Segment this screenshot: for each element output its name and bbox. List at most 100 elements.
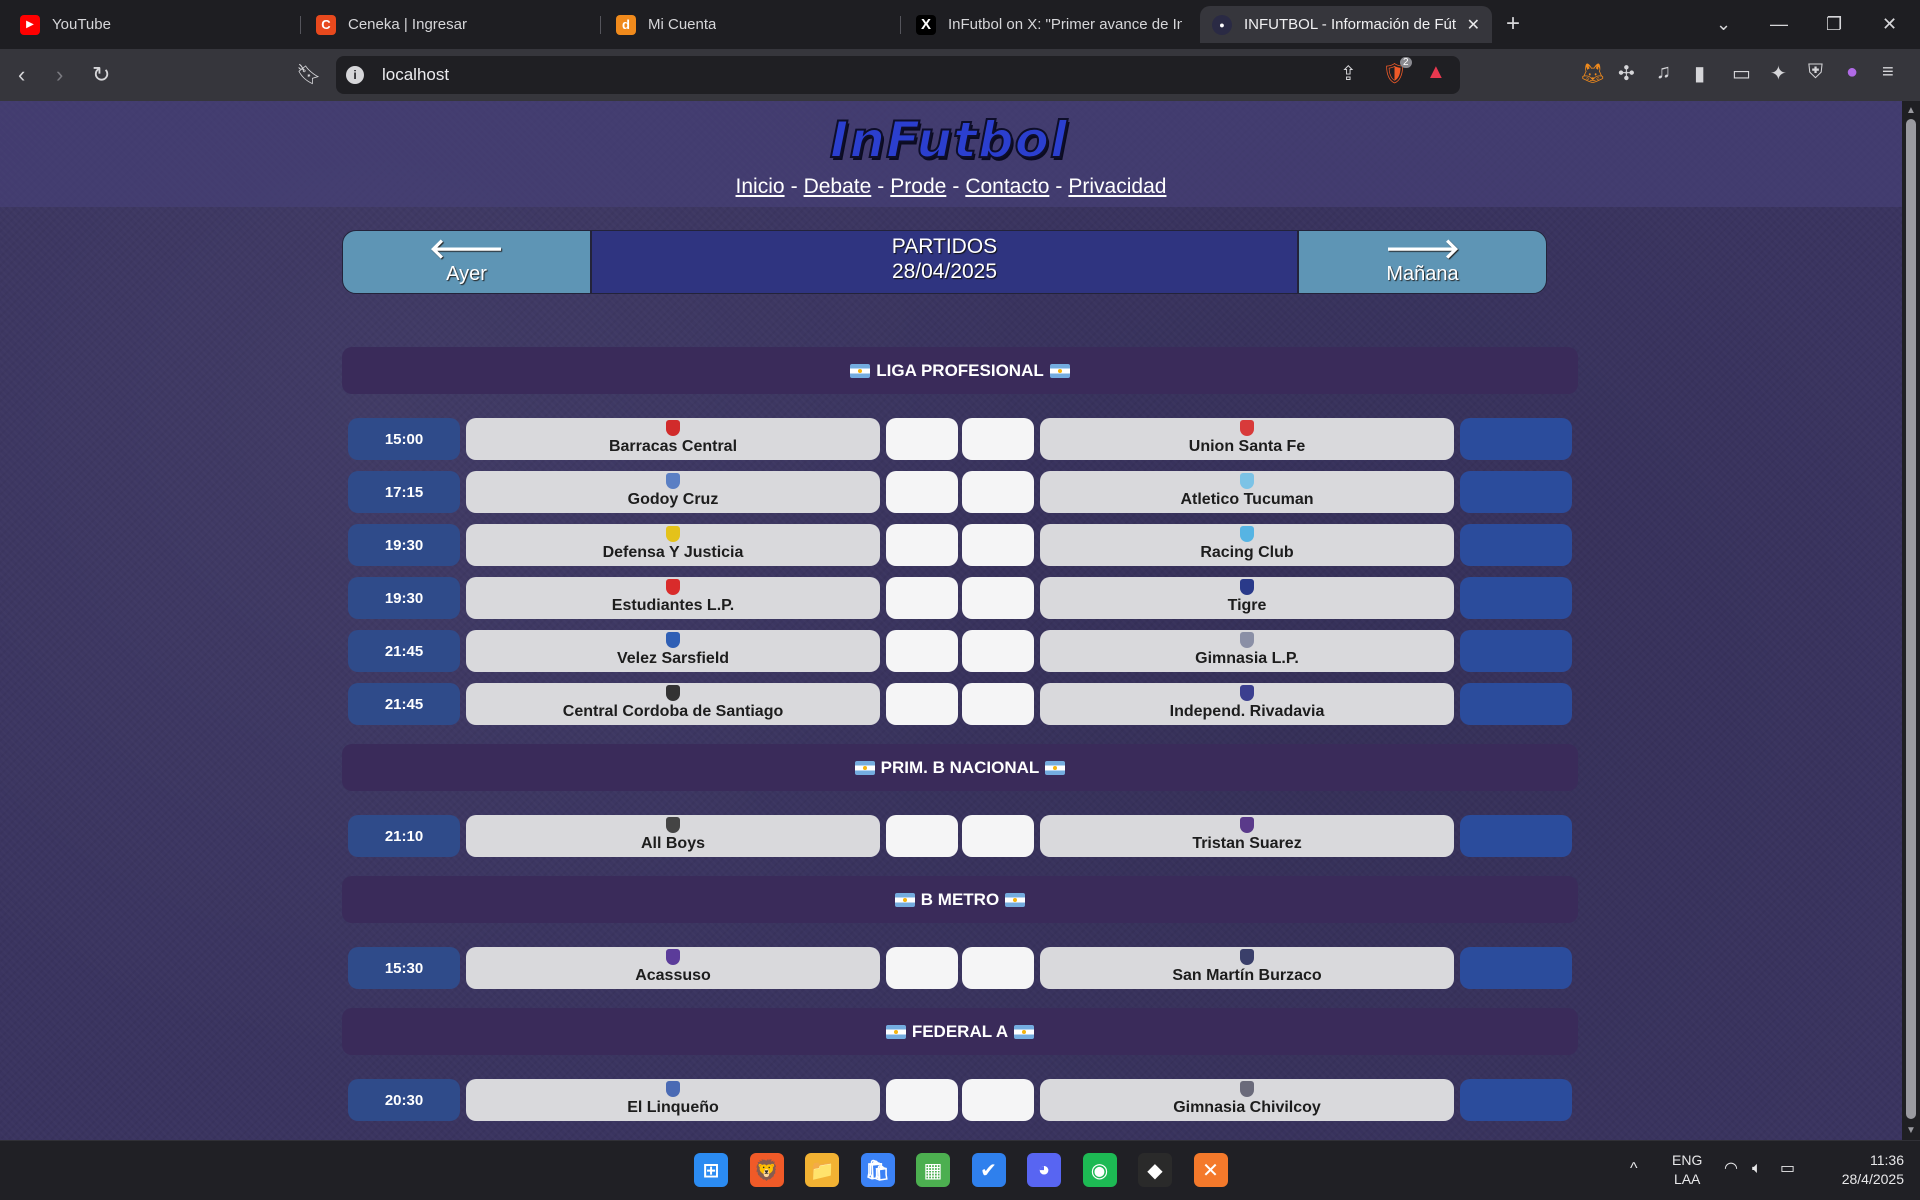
match-row[interactable]: 21:45 Velez Sarsfield Gimnasia L.P. bbox=[348, 630, 1572, 672]
extensions-puzzle-icon[interactable]: ✣ bbox=[1618, 61, 1635, 86]
away-team[interactable]: Atletico Tucuman bbox=[1040, 471, 1454, 513]
date-navigation: 🡐 Ayer PARTIDOS 28/04/2025 🡒 Mañana bbox=[342, 230, 1547, 294]
brave-rewards-icon[interactable]: ▲ bbox=[1426, 61, 1446, 84]
match-details-button[interactable] bbox=[1460, 471, 1572, 513]
restore-window-icon[interactable]: ❐ bbox=[1826, 10, 1842, 38]
scrollbar-thumb[interactable] bbox=[1906, 119, 1916, 1119]
tab-search-chevron-icon[interactable]: ⌄ bbox=[1716, 10, 1731, 38]
matches-title: PARTIDOS bbox=[891, 235, 998, 258]
infutbol-logo[interactable]: InFutbol bbox=[814, 110, 1084, 170]
scroll-up-icon[interactable]: ▲ bbox=[1906, 105, 1916, 116]
match-row[interactable]: 17:15 Godoy Cruz Atletico Tucuman bbox=[348, 471, 1572, 513]
battery-icon[interactable]: ▭ bbox=[1780, 1159, 1795, 1178]
home-team[interactable]: Central Cordoba de Santiago bbox=[466, 683, 880, 725]
away-team[interactable]: Independ. Rivadavia bbox=[1040, 683, 1454, 725]
url-bar[interactable]: i localhost bbox=[336, 56, 1460, 94]
away-team-crest-icon bbox=[1240, 949, 1254, 965]
back-arrow-icon[interactable]: ‹ bbox=[18, 61, 25, 89]
home-team[interactable]: Estudiantes L.P. bbox=[466, 577, 880, 619]
leo-ai-icon[interactable]: ✦ bbox=[1770, 61, 1787, 86]
match-details-button[interactable] bbox=[1460, 418, 1572, 460]
xampp-icon[interactable]: ✕ bbox=[1193, 1153, 1228, 1187]
minimize-window-icon[interactable]: — bbox=[1770, 10, 1788, 38]
match-details-button[interactable] bbox=[1460, 577, 1572, 619]
match-row[interactable]: 19:30 Defensa Y Justicia Racing Club bbox=[348, 524, 1572, 566]
away-team[interactable]: San Martín Burzaco bbox=[1040, 947, 1454, 989]
league-header[interactable]: LIGA PROFESIONAL bbox=[342, 347, 1578, 394]
forward-arrow-icon[interactable]: › bbox=[56, 61, 63, 89]
site-info-icon[interactable]: i bbox=[346, 66, 364, 84]
tab-mi-cuenta[interactable]: d Mi Cuenta bbox=[604, 6, 894, 43]
volume-icon[interactable]: 🔈︎ bbox=[1752, 1159, 1762, 1178]
home-team[interactable]: Defensa Y Justicia bbox=[466, 524, 880, 566]
close-tab-icon[interactable]: ✕ bbox=[1457, 15, 1480, 35]
nav-privacidad[interactable]: Privacidad bbox=[1068, 175, 1166, 198]
away-team[interactable]: Union Santa Fe bbox=[1040, 418, 1454, 460]
nav-debate[interactable]: Debate bbox=[804, 175, 872, 198]
tray-overflow-chevron-icon[interactable]: ^ bbox=[1630, 1159, 1638, 1178]
home-team[interactable]: Acassuso bbox=[466, 947, 880, 989]
prev-day-button[interactable]: 🡐 Ayer bbox=[342, 230, 591, 294]
away-team-crest-icon bbox=[1240, 420, 1254, 436]
tab-infutbol-active[interactable]: ● INFUTBOL - Información de Fútbol ✕ bbox=[1200, 6, 1492, 43]
clock[interactable]: 11:36 28/4/2025 bbox=[1824, 1151, 1904, 1189]
away-team[interactable]: Tristan Suarez bbox=[1040, 815, 1454, 857]
tab-youtube[interactable]: ▶ YouTube bbox=[8, 6, 294, 43]
page-scrollbar[interactable]: ▲ ▼ bbox=[1902, 101, 1920, 1140]
nav-contacto[interactable]: Contacto bbox=[965, 175, 1049, 198]
match-details-button[interactable] bbox=[1460, 1079, 1572, 1121]
bookmark-icon[interactable]: 🔖︎ bbox=[296, 61, 321, 89]
tab-ceneka[interactable]: C Ceneka | Ingresar bbox=[304, 6, 594, 43]
home-team[interactable]: All Boys bbox=[466, 815, 880, 857]
home-team[interactable]: Godoy Cruz bbox=[466, 471, 880, 513]
match-details-button[interactable] bbox=[1460, 815, 1572, 857]
todo-icon[interactable]: ✔ bbox=[971, 1153, 1006, 1187]
discord-icon[interactable]: ◕ bbox=[1027, 1153, 1061, 1187]
spotify-icon[interactable]: ◉ bbox=[1082, 1153, 1117, 1187]
new-tab-button[interactable]: + bbox=[1506, 10, 1520, 38]
away-team[interactable]: Racing Club bbox=[1040, 524, 1454, 566]
sidebar-toggle-icon[interactable]: ▮ bbox=[1694, 61, 1705, 86]
match-row[interactable]: 21:10 All Boys Tristan Suarez bbox=[348, 815, 1572, 857]
language-indicator[interactable]: ENG LAA bbox=[1672, 1151, 1702, 1189]
microsoft-store-icon[interactable]: 🛍 bbox=[860, 1153, 895, 1187]
league-header[interactable]: B METRO bbox=[342, 876, 1578, 923]
match-row[interactable]: 19:30 Estudiantes L.P. Tigre bbox=[348, 577, 1572, 619]
wifi-icon[interactable]: ◠ bbox=[1724, 1159, 1738, 1178]
match-row[interactable]: 20:30 El Linqueño Gimnasia Chivilcoy bbox=[348, 1079, 1572, 1121]
menu-hamburger-icon[interactable]: ≡ bbox=[1882, 61, 1894, 84]
media-music-icon[interactable]: ♫ bbox=[1656, 61, 1671, 84]
league-header[interactable]: FEDERAL A bbox=[342, 1008, 1578, 1055]
away-team[interactable]: Gimnasia L.P. bbox=[1040, 630, 1454, 672]
share-icon[interactable]: ⇪ bbox=[1340, 61, 1357, 86]
away-team[interactable]: Tigre bbox=[1040, 577, 1454, 619]
close-window-icon[interactable]: ✕ bbox=[1882, 10, 1897, 38]
windows-start-icon[interactable]: ⊞ bbox=[694, 1153, 728, 1187]
vpn-shield-icon[interactable]: ⛨ bbox=[1808, 61, 1823, 84]
match-row[interactable]: 21:45 Central Cordoba de Santiago Independ… bbox=[348, 683, 1572, 725]
minecraft-icon[interactable]: ▦ bbox=[916, 1153, 950, 1187]
wallet-icon[interactable]: ▭ bbox=[1732, 61, 1751, 86]
metamask-icon[interactable]: 🦊︎ bbox=[1580, 61, 1605, 86]
away-team[interactable]: Gimnasia Chivilcoy bbox=[1040, 1079, 1454, 1121]
tab-x-infutbol[interactable]: X InFutbol on X: "Primer avance de InF bbox=[904, 6, 1194, 43]
nav-prode[interactable]: Prode bbox=[890, 175, 946, 198]
epic-games-icon[interactable]: ◆ bbox=[1138, 1153, 1172, 1187]
nav-inicio[interactable]: Inicio bbox=[736, 175, 785, 198]
match-details-button[interactable] bbox=[1460, 683, 1572, 725]
next-day-button[interactable]: 🡒 Mañana bbox=[1298, 230, 1547, 294]
match-row[interactable]: 15:00 Barracas Central Union Santa Fe bbox=[348, 418, 1572, 460]
home-team[interactable]: Velez Sarsfield bbox=[466, 630, 880, 672]
reload-icon[interactable]: ↻ bbox=[92, 61, 110, 89]
league-header[interactable]: PRIM. B NACIONAL bbox=[342, 744, 1578, 791]
scroll-down-icon[interactable]: ▼ bbox=[1906, 1125, 1916, 1136]
brave-browser-icon[interactable]: 🦁 bbox=[749, 1153, 784, 1187]
match-details-button[interactable] bbox=[1460, 947, 1572, 989]
profile-avatar-icon[interactable]: ● bbox=[1846, 61, 1858, 84]
home-team[interactable]: Barracas Central bbox=[466, 418, 880, 460]
match-details-button[interactable] bbox=[1460, 630, 1572, 672]
file-explorer-icon[interactable]: 📁 bbox=[805, 1153, 839, 1187]
match-row[interactable]: 15:30 Acassuso San Martín Burzaco bbox=[348, 947, 1572, 989]
match-details-button[interactable] bbox=[1460, 524, 1572, 566]
home-team[interactable]: El Linqueño bbox=[466, 1079, 880, 1121]
